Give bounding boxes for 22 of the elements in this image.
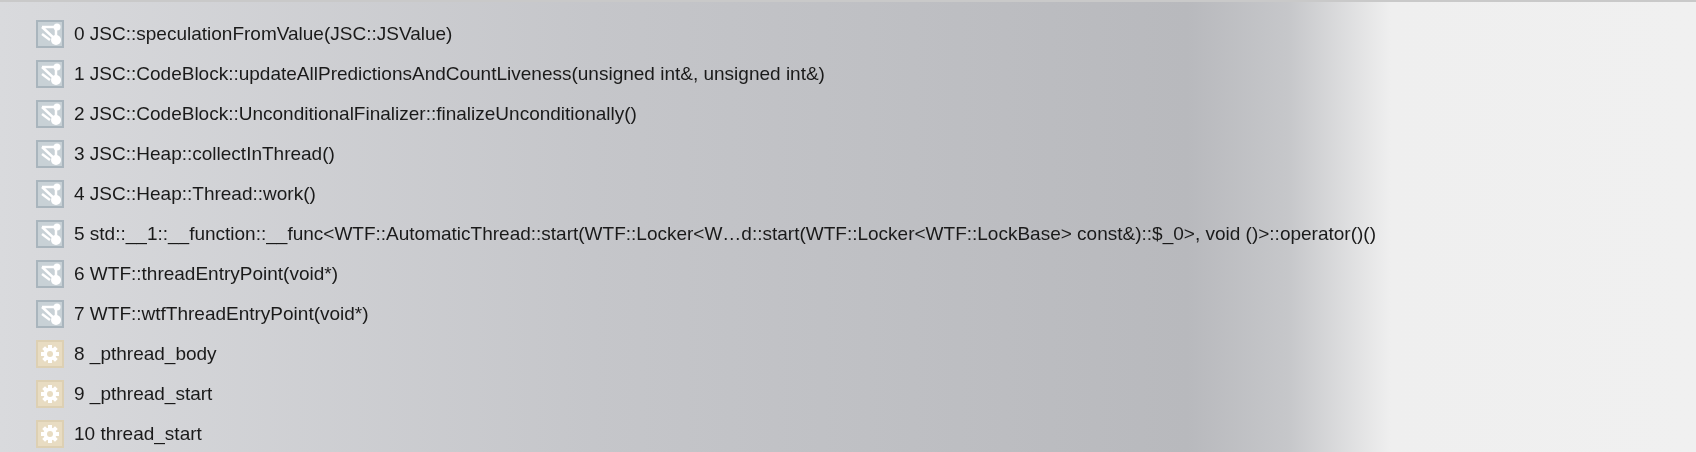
- graph-icon: [36, 300, 64, 328]
- graph-icon: [36, 100, 64, 128]
- stack-frame-label[interactable]: 7 WTF::wtfThreadEntryPoint(void*): [74, 299, 369, 329]
- graph-icon: [36, 180, 64, 208]
- stack-frame-label[interactable]: 1 JSC::CodeBlock::updateAllPredictionsAndCountLiveness(unsigned int&, unsigned int&): [74, 59, 825, 89]
- stack-frame-label[interactable]: 9 _pthread_start: [74, 379, 213, 409]
- graph-icon: [36, 140, 64, 168]
- stack-frame-label[interactable]: 2 JSC::CodeBlock::UnconditionalFinalizer::finalizeUnconditionally(): [74, 99, 637, 129]
- gear-icon: [36, 420, 64, 448]
- stack-frame-label[interactable]: 0 JSC::speculationFromValue(JSC::JSValue): [74, 19, 453, 49]
- graph-icon: [36, 60, 64, 88]
- stack-frame-label[interactable]: 10 thread_start: [74, 419, 202, 449]
- gear-icon: [36, 340, 64, 368]
- graph-icon: [36, 260, 64, 288]
- stack-frame-label[interactable]: 8 _pthread_body: [74, 339, 217, 369]
- graph-icon: [36, 20, 64, 48]
- graph-icon: [36, 220, 64, 248]
- stack-frame-label[interactable]: 5 std::__1::__function::__func<WTF::AutomaticThread::start(WTF::Locker<W…d::start(WTF::Locker<WTF::LockBase> const&)::$_0>, void ()>::operator()(): [74, 219, 1376, 249]
- stack-frame-label[interactable]: 4 JSC::Heap::Thread::work(): [74, 179, 316, 209]
- stack-frame-label[interactable]: 6 WTF::threadEntryPoint(void*): [74, 259, 338, 289]
- stack-frame-label[interactable]: 3 JSC::Heap::collectInThread(): [74, 139, 335, 169]
- gear-icon: [36, 380, 64, 408]
